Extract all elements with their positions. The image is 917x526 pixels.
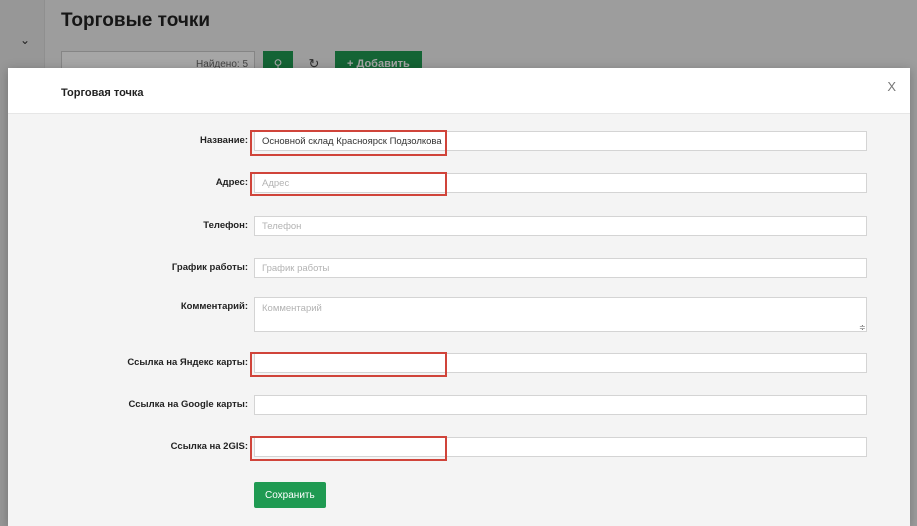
schedule-field[interactable] xyxy=(254,258,867,278)
phone-field[interactable] xyxy=(254,216,867,236)
modal-title: Торговая точка xyxy=(61,87,144,99)
google-row: Ссылка на Google карты: xyxy=(8,395,910,417)
address-label: Адрес: xyxy=(215,177,248,188)
phone-label: Телефон: xyxy=(203,220,248,231)
google-map-link-field[interactable] xyxy=(254,395,867,415)
address-field[interactable] xyxy=(254,173,867,193)
twogis-link-field[interactable] xyxy=(254,437,867,457)
twogis-row: Ссылка на 2GIS: xyxy=(8,437,910,459)
google-label: Ссылка на Google карты: xyxy=(128,399,248,410)
name-row: Название: xyxy=(8,131,910,153)
yandex-map-link-field[interactable] xyxy=(254,353,867,373)
store-point-modal: Торговая точка X Название: Адрес: Телефо… xyxy=(8,68,910,526)
comment-field[interactable] xyxy=(254,297,867,332)
save-button[interactable]: Сохранить xyxy=(254,482,326,508)
address-row: Адрес: xyxy=(8,173,910,195)
schedule-label: График работы: xyxy=(171,262,248,273)
name-field[interactable] xyxy=(254,131,867,151)
name-label: Название: xyxy=(199,135,248,146)
resize-handle-icon[interactable]: ≑ xyxy=(859,323,866,332)
phone-row: Телефон: xyxy=(8,216,910,238)
comment-row: Комментарий: ≑ xyxy=(8,297,910,333)
modal-header: Торговая точка X xyxy=(8,68,910,114)
close-icon[interactable]: X xyxy=(887,79,896,94)
schedule-row: График работы: xyxy=(8,258,910,280)
yandex-row: Ссылка на Яндекс карты: xyxy=(8,353,910,375)
yandex-label: Ссылка на Яндекс карты: xyxy=(127,357,248,368)
twogis-label: Ссылка на 2GIS: xyxy=(170,441,248,452)
comment-label: Комментарий: xyxy=(180,301,248,312)
